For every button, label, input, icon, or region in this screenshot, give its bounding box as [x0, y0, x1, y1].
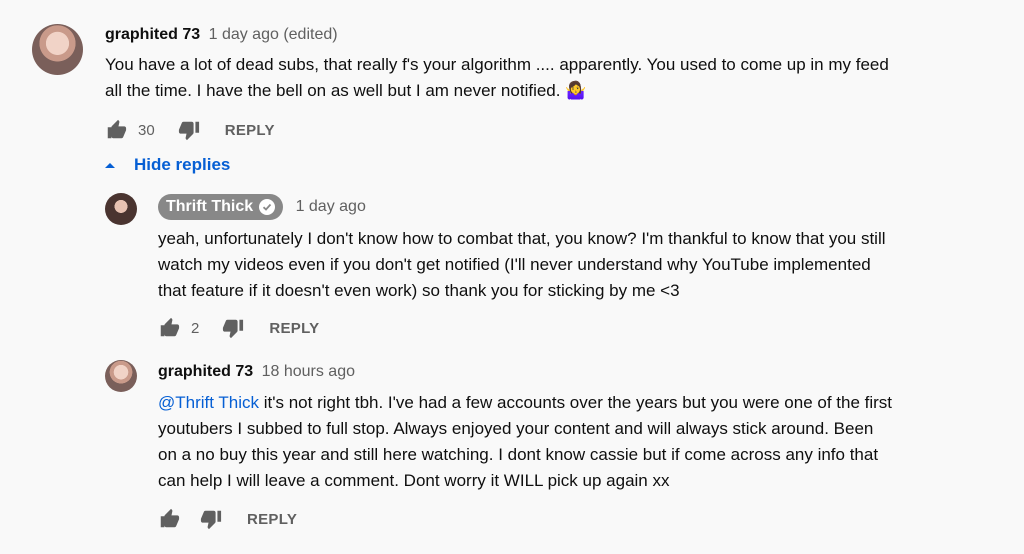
dislike-button[interactable] [199, 507, 223, 531]
dislike-button[interactable] [221, 316, 245, 340]
comment-text: You have a lot of dead subs, that really… [105, 52, 1005, 104]
like-button[interactable] [157, 316, 181, 340]
comment-header: Thrift Thick 1 day ago [158, 194, 366, 220]
comment-text: @Thrift Thick it's not right tbh. I've h… [158, 390, 1008, 494]
avatar[interactable] [105, 360, 137, 392]
comment-actions: 2 REPLY [157, 316, 319, 340]
comment-header: graphited 73 18 hours ago [158, 363, 355, 381]
thumbs-up-icon [107, 119, 127, 139]
comment-text-segment: all the time. I have the bell on as well… [105, 81, 561, 100]
dislike-button[interactable] [177, 118, 201, 142]
thumbs-down-icon [223, 319, 244, 339]
like-button[interactable] [104, 118, 128, 142]
comment-text-line: watch my videos even if you don't get no… [158, 255, 871, 274]
author-name[interactable]: graphited 73 [158, 363, 253, 380]
comment-text-line: on a no buy this year and still here wat… [158, 445, 879, 464]
mention-link[interactable]: @Thrift Thick [158, 393, 259, 412]
reply-button[interactable]: REPLY [247, 511, 297, 528]
comment-text-line: You have a lot of dead subs, that really… [105, 55, 889, 74]
shrug-emoji: 🤷‍♀️ [565, 81, 587, 100]
thumbs-up-icon [160, 508, 180, 528]
comment-text-line: all the time. I have the bell on as well… [105, 78, 1005, 104]
hide-replies-button[interactable]: Hide replies [104, 155, 230, 175]
creator-badge[interactable]: Thrift Thick [158, 194, 284, 220]
comment-text-line: can help I will leave a comment. Dont wo… [158, 471, 670, 490]
like-count: 30 [138, 121, 155, 139]
comment-text-line: @Thrift Thick it's not right tbh. I've h… [158, 390, 1008, 416]
avatar[interactable] [105, 193, 137, 225]
reply-button[interactable]: REPLY [269, 320, 319, 337]
comment-actions: REPLY [157, 507, 297, 531]
author-name: Thrift Thick [166, 198, 254, 215]
hide-replies-label: Hide replies [134, 155, 231, 174]
author-name[interactable]: graphited 73 [105, 26, 200, 43]
thumbs-up-icon [160, 317, 180, 337]
comment-header: graphited 73 1 day ago (edited) [105, 26, 338, 44]
comment-time[interactable]: 1 day ago (edited) [209, 26, 338, 43]
verified-check-icon [259, 199, 276, 215]
comment-text-line: that feature if it doesn't even work) so… [158, 281, 680, 300]
comment-text: yeah, unfortunately I don't know how to … [158, 226, 1008, 304]
comment-text-line: youtubers I subbed to full stop. Always … [158, 419, 874, 438]
thumbs-down-icon [200, 510, 222, 530]
like-button[interactable] [157, 507, 181, 531]
comment-time[interactable]: 1 day ago [296, 198, 366, 215]
comment-text-line: yeah, unfortunately I don't know how to … [158, 229, 886, 248]
comment-actions: 30 REPLY [104, 118, 275, 142]
comment-text-segment: it's not right tbh. I've had a few accou… [259, 393, 893, 412]
reply-button[interactable]: REPLY [225, 122, 275, 139]
thumbs-down-icon [178, 121, 199, 141]
comment-time[interactable]: 18 hours ago [262, 363, 355, 380]
like-count: 2 [191, 319, 200, 337]
caret-up-icon [105, 163, 115, 168]
avatar[interactable] [32, 24, 83, 75]
